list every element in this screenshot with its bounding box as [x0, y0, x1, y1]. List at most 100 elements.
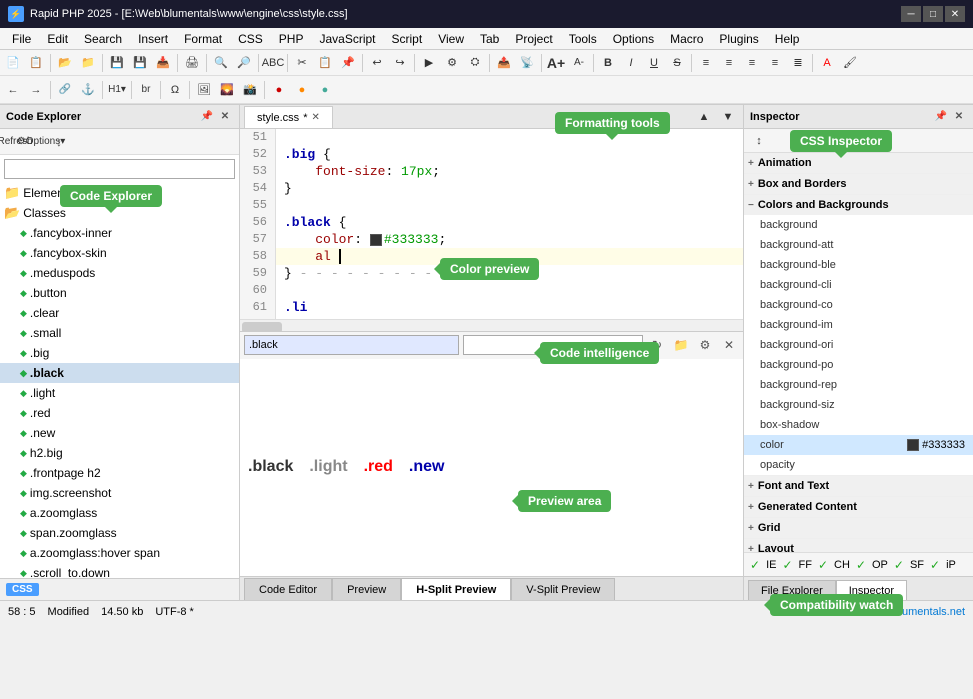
line-content[interactable]: .li	[276, 299, 743, 316]
class-button[interactable]: ◆ .button	[0, 283, 239, 303]
run3-btn[interactable]: ⛭	[464, 52, 486, 74]
class-new[interactable]: ◆ .new	[0, 423, 239, 443]
minimize-button[interactable]: ─	[901, 6, 921, 22]
settings-gen-icon[interactable]: ⚙	[695, 335, 715, 355]
fwd-btn[interactable]: →	[25, 79, 47, 101]
tab-h-split-preview[interactable]: H-Split Preview	[401, 578, 511, 600]
class-zoomglass[interactable]: ◆ a.zoomglass	[0, 503, 239, 523]
font-size-up[interactable]: A+	[545, 52, 567, 74]
insp-row-color[interactable]: color #333333	[744, 435, 973, 455]
menu-options[interactable]: Options	[605, 28, 662, 50]
line-content[interactable]	[276, 282, 743, 299]
underline-btn[interactable]: U	[643, 52, 665, 74]
close-insp-icon[interactable]: ✕	[951, 109, 967, 125]
menu-search[interactable]: Search	[76, 28, 130, 50]
line-content[interactable]: al	[276, 248, 743, 265]
align-center-btn[interactable]: ≡	[718, 52, 740, 74]
align-left-btn[interactable]: ≡	[695, 52, 717, 74]
insp-row-bg-ori[interactable]: background-ori	[744, 335, 973, 355]
close-gen-icon[interactable]: ✕	[719, 335, 739, 355]
run2-btn[interactable]: ⚙	[441, 52, 463, 74]
insp-row-bg-co[interactable]: background-co	[744, 295, 973, 315]
section-layout-header[interactable]: + Layout	[744, 539, 973, 552]
class-small[interactable]: ◆ .small	[0, 323, 239, 343]
menu-script[interactable]: Script	[384, 28, 431, 50]
color4-btn[interactable]: ●	[314, 79, 336, 101]
tab-v-split-preview[interactable]: V-Split Preview	[511, 578, 615, 600]
bg-btn[interactable]: 🖌	[839, 52, 861, 74]
line-content[interactable]	[276, 197, 743, 214]
img3-btn[interactable]: 📸	[239, 79, 261, 101]
menu-help[interactable]: Help	[767, 28, 808, 50]
insp-row-opacity[interactable]: opacity	[744, 455, 973, 475]
color3-btn[interactable]: ●	[291, 79, 313, 101]
link-btn[interactable]: 🔗	[54, 79, 76, 101]
copy-btn[interactable]: 📋	[314, 52, 336, 74]
br-btn[interactable]: br	[135, 79, 157, 101]
font-size-down[interactable]: A-	[568, 52, 590, 74]
align-just-btn[interactable]: ≡	[764, 52, 786, 74]
tree-classes[interactable]: 📂 Classes	[0, 203, 239, 223]
menu-macro[interactable]: Macro	[662, 28, 711, 50]
align-right-btn[interactable]: ≡	[741, 52, 763, 74]
color2-btn[interactable]: ●	[268, 79, 290, 101]
close-button[interactable]: ✕	[945, 6, 965, 22]
class-hover-span[interactable]: ◆ a.zoomglass:hover span	[0, 543, 239, 563]
line-content[interactable]: .black {	[276, 214, 743, 231]
print-btn[interactable]: 🖨	[181, 52, 203, 74]
menu-project[interactable]: Project	[507, 28, 560, 50]
menu-php[interactable]: PHP	[271, 28, 312, 50]
generate-dropdown[interactable]	[463, 335, 643, 355]
save3-btn[interactable]: 📥	[152, 52, 174, 74]
tab-inspector[interactable]: Inspector	[836, 580, 907, 600]
preview-black[interactable]: .black	[248, 458, 293, 476]
pin-icon[interactable]: 📌	[199, 109, 215, 125]
h-scrollbar[interactable]	[240, 319, 743, 331]
menu-format[interactable]: Format	[176, 28, 230, 50]
insp-row-bg-siz[interactable]: background-siz	[744, 395, 973, 415]
save-btn[interactable]: 💾	[106, 52, 128, 74]
class-light[interactable]: ◆ .light	[0, 383, 239, 403]
class-black[interactable]: ◆ .black	[0, 363, 239, 383]
tab-code-editor[interactable]: Code Editor	[244, 578, 332, 600]
insp-row-box-shadow[interactable]: box-shadow	[744, 415, 973, 435]
menu-edit[interactable]: Edit	[39, 28, 76, 50]
style-css-tab[interactable]: style.css * ✕	[244, 106, 333, 128]
bold-btn[interactable]: B	[597, 52, 619, 74]
find2-btn[interactable]: 🔎	[233, 52, 255, 74]
preview-red[interactable]: .red	[364, 458, 393, 476]
section-box-header[interactable]: + Box and Borders	[744, 174, 973, 194]
open-btn[interactable]: 📂	[54, 52, 76, 74]
img2-btn[interactable]: 🌄	[216, 79, 238, 101]
insp-row-bg-cli[interactable]: background-cli	[744, 275, 973, 295]
insp-row-bg-att[interactable]: background-att	[744, 235, 973, 255]
line-content[interactable]: font-size: 17px;	[276, 163, 743, 180]
line-content[interactable]: } - - - - - - - - - - - -	[276, 265, 743, 282]
section-colors-header[interactable]: − Colors and Backgrounds	[744, 195, 973, 215]
explorer-search-input[interactable]	[4, 159, 235, 179]
menu-tools[interactable]: Tools	[561, 28, 605, 50]
new2-btn[interactable]: 📋	[25, 52, 47, 74]
redo-btn[interactable]: ↪	[389, 52, 411, 74]
sort-icon[interactable]: ↕	[56, 135, 62, 149]
website-link[interactable]: blumentals.net	[893, 606, 965, 618]
img-btn[interactable]: 🖼	[193, 79, 215, 101]
sort-alpha-btn[interactable]: ↕	[748, 130, 770, 152]
open2-btn[interactable]: 📁	[77, 52, 99, 74]
section-grid-header[interactable]: + Grid	[744, 518, 973, 538]
line-content[interactable]	[276, 129, 743, 146]
line-content[interactable]: .big {	[276, 146, 743, 163]
menu-plugins[interactable]: Plugins	[711, 28, 766, 50]
menu-javascript[interactable]: JavaScript	[311, 28, 383, 50]
h1-btn[interactable]: H1▾	[106, 79, 128, 101]
tab-file-explorer[interactable]: File Explorer	[748, 580, 836, 600]
tab-preview[interactable]: Preview	[332, 578, 401, 600]
cut-btn[interactable]: ✂	[291, 52, 313, 74]
paste-btn[interactable]: 📌	[337, 52, 359, 74]
menu-css[interactable]: CSS	[230, 28, 271, 50]
special-btn[interactable]: Ω	[164, 79, 186, 101]
menu-view[interactable]: View	[430, 28, 472, 50]
insp-row-bg-im[interactable]: background-im	[744, 315, 973, 335]
anchor-btn[interactable]: ⚓	[77, 79, 99, 101]
color-btn[interactable]: A	[816, 52, 838, 74]
